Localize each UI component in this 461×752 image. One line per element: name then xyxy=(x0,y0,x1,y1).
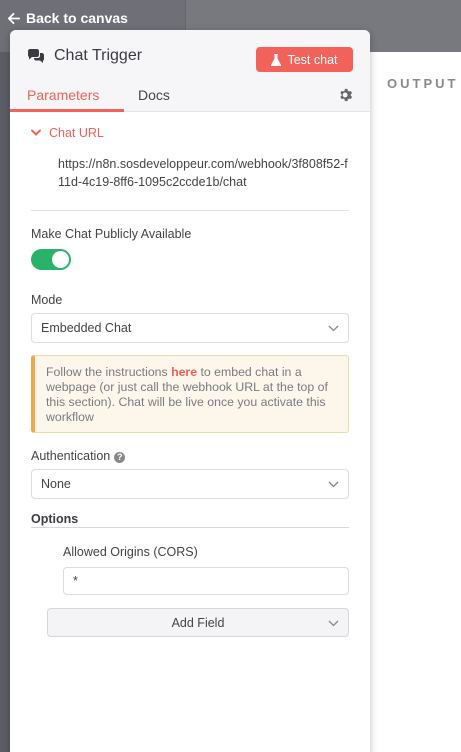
allowed-origins-value: * xyxy=(73,574,78,588)
panel-title-row: Chat Trigger xyxy=(27,47,142,65)
output-label: OUTPUT xyxy=(387,76,459,91)
panel-title: Chat Trigger xyxy=(54,47,143,64)
allowed-origins-input[interactable]: * xyxy=(63,567,349,595)
add-field-label: Add Field xyxy=(171,615,225,630)
divider xyxy=(31,210,349,211)
notice-text-before: Follow the instructions xyxy=(46,365,172,379)
back-to-canvas-label: Back to canvas xyxy=(26,10,128,26)
embed-instructions-notice: Follow the instructions here to embed ch… xyxy=(31,355,349,433)
webhook-url[interactable]: https://n8n.sosdeveloppeur.com/webhook/3… xyxy=(58,155,348,191)
flask-icon xyxy=(271,53,282,66)
chevron-down-icon xyxy=(31,129,41,136)
add-field-button[interactable]: Add Field xyxy=(47,608,349,637)
options-divider xyxy=(31,527,349,528)
options-label: Options xyxy=(31,512,79,526)
chevron-down-icon xyxy=(328,620,339,627)
mode-select-value: Embedded Chat xyxy=(41,321,132,335)
mode-select[interactable]: Embedded Chat xyxy=(31,313,349,343)
panel-header: Chat Trigger Test chat Parameters Docs xyxy=(10,30,370,112)
mode-label: Mode xyxy=(31,293,63,307)
chat-url-section-toggle[interactable]: Chat URL xyxy=(31,126,104,140)
output-panel xyxy=(370,52,461,752)
test-chat-label: Test chat xyxy=(287,52,338,67)
allowed-origins-label: Allowed Origins (CORS) xyxy=(63,545,198,559)
back-to-canvas-link[interactable]: Back to canvas xyxy=(7,8,128,28)
public-toggle-label: Make Chat Publicly Available xyxy=(31,227,192,241)
active-tab-indicator xyxy=(10,109,124,112)
authentication-select-value: None xyxy=(41,477,71,491)
notice-link[interactable]: here xyxy=(171,365,197,379)
toggle-knob xyxy=(52,251,69,268)
public-toggle[interactable] xyxy=(31,249,71,270)
tab-parameters[interactable]: Parameters xyxy=(27,87,99,103)
arrow-left-icon xyxy=(7,12,20,24)
test-chat-button[interactable]: Test chat xyxy=(256,47,353,72)
gear-icon[interactable] xyxy=(339,88,353,102)
tab-docs[interactable]: Docs xyxy=(138,87,170,103)
chevron-down-icon xyxy=(328,325,339,332)
authentication-select[interactable]: None xyxy=(31,469,349,499)
chat-url-section-label: Chat URL xyxy=(49,126,104,140)
help-icon[interactable]: ? xyxy=(114,452,126,463)
panel-tabs: Parameters Docs xyxy=(10,84,370,112)
node-settings-panel: Chat Trigger Test chat Parameters Docs C… xyxy=(10,30,370,752)
chat-bubbles-icon xyxy=(28,49,44,63)
authentication-label-row: Authentication? xyxy=(31,449,126,463)
chevron-down-icon xyxy=(328,481,339,488)
authentication-label: Authentication xyxy=(31,449,111,463)
